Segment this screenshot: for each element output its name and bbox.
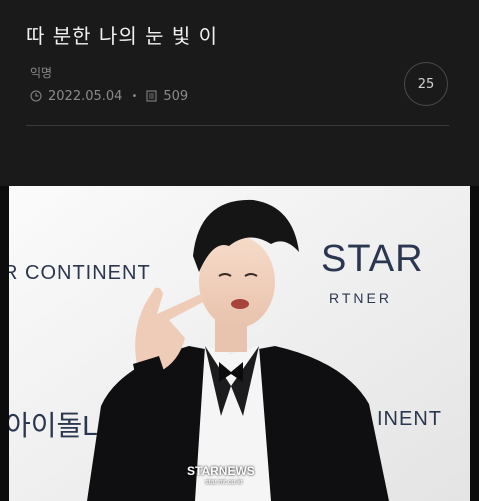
backdrop-text-idol: 아이돌L [9, 410, 98, 441]
post-date: 2022.05.04 [48, 88, 123, 104]
post-meta: 2022.05.04 • 509 [30, 86, 188, 106]
post-header: 따 분한 나의 눈 빛 이 익명 2022.05.04 • 509 25 [0, 0, 479, 186]
comment-count-button[interactable]: 25 [404, 62, 448, 106]
post-title: 따 분한 나의 눈 빛 이 [26, 24, 218, 48]
photo-watermark-url: star.mt.co.kr [205, 479, 244, 486]
view-count: 509 [163, 88, 189, 104]
backdrop-text-continent-left: R CONTINENT [9, 262, 151, 284]
photo-watermark: STARNEWS [187, 464, 255, 478]
meta-separator: • [131, 90, 138, 102]
backdrop-text-star: STAR [321, 238, 424, 280]
author-name: 익명 [30, 66, 53, 80]
post-photo: R CONTINENT STAR RTNER 아이돌L INENT STARNE… [9, 186, 470, 501]
comment-count-label: 25 [417, 76, 435, 92]
backdrop-text-continent-right: INENT [377, 408, 442, 430]
header-divider [26, 125, 449, 126]
clock-icon [30, 90, 42, 102]
document-icon [146, 90, 157, 102]
backdrop-text-partner: RTNER [329, 290, 392, 306]
photo-illustration [9, 186, 470, 501]
